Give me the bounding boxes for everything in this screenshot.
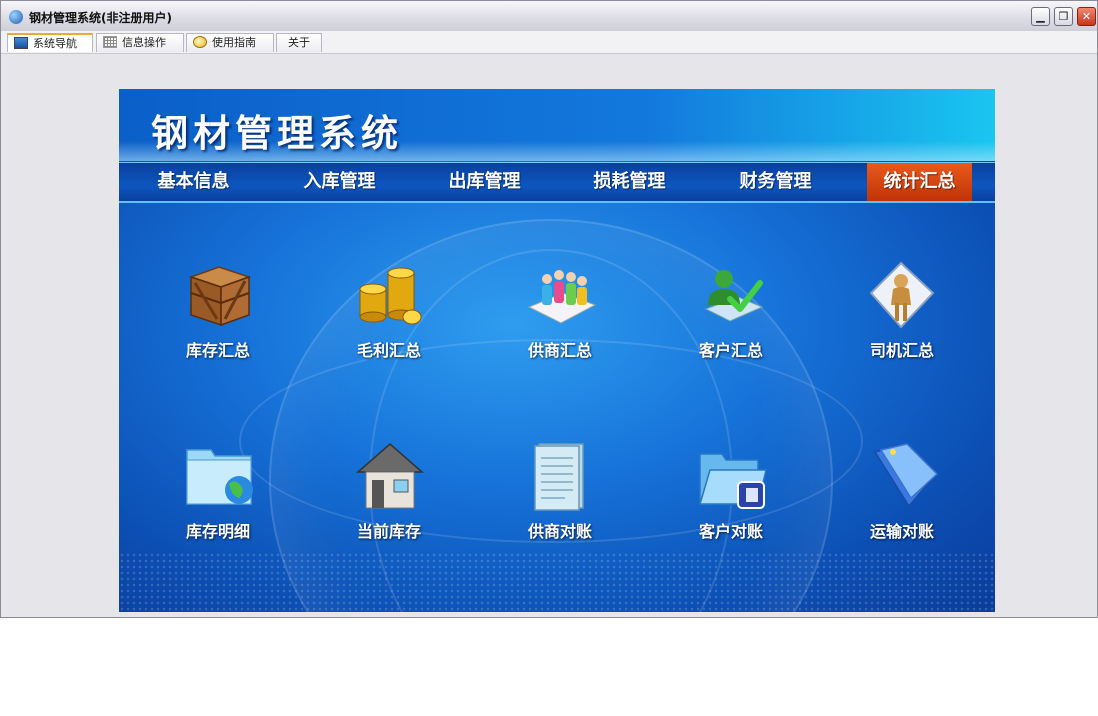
app-logo-icon: [9, 10, 23, 24]
tile-label: 客户对账: [698, 522, 763, 541]
nav-finance[interactable]: 财务管理: [718, 163, 833, 201]
gold-coins-icon: [359, 267, 422, 325]
people-group-icon: [527, 270, 597, 324]
tile-label: 供商汇总: [527, 341, 592, 360]
tile-label: 毛利汇总: [356, 341, 421, 360]
user-check-icon: [704, 270, 764, 322]
app-window: 钢材管理系统(非注册用户) ▁ ❐ ✕ 系统导航 信息操作 使用指南 关于 钢材…: [0, 0, 1098, 618]
navigation-panel: 钢材管理系统 基本信息 入库管理 出库管理 损耗管理 财务管理 统计汇总 库存汇…: [119, 89, 995, 612]
tile-inventory-detail[interactable]: 库存明细: [163, 440, 273, 560]
close-button[interactable]: ✕: [1077, 7, 1096, 26]
window-title: 钢材管理系统(非注册用户): [29, 11, 172, 25]
tab-user-guide[interactable]: 使用指南: [186, 33, 274, 52]
minimize-button[interactable]: ▁: [1031, 7, 1050, 26]
tile-inventory-summary[interactable]: 库存汇总: [163, 259, 273, 379]
dot-pattern: [119, 552, 995, 612]
tile-customer-summary[interactable]: 客户汇总: [676, 259, 786, 379]
tile-label: 供商对账: [527, 522, 592, 541]
nav-statistics[interactable]: 统计汇总: [867, 163, 972, 201]
driver-person-icon: [869, 261, 935, 329]
nav-loss[interactable]: 损耗管理: [572, 163, 687, 201]
tab-system-nav[interactable]: 系统导航: [7, 33, 93, 52]
blue-folder-icon: [873, 443, 939, 508]
nav-basic-info[interactable]: 基本信息: [136, 163, 251, 201]
house-icon: [356, 443, 424, 509]
document-icon: [534, 443, 584, 511]
monitor-icon: [14, 37, 28, 49]
tile-supplier-reconciliation[interactable]: 供商对账: [505, 440, 615, 560]
tile-customer-reconciliation[interactable]: 客户对账: [676, 440, 786, 560]
restore-button[interactable]: ❐: [1054, 7, 1073, 26]
tile-driver-summary[interactable]: 司机汇总: [847, 259, 957, 379]
panel-header: 钢材管理系统: [119, 89, 995, 161]
tab-label: 信息操作: [122, 36, 166, 49]
open-folder-icon: [698, 453, 767, 509]
tile-label: 库存汇总: [185, 341, 250, 360]
folder-globe-icon: [186, 449, 253, 505]
guide-icon: [193, 36, 207, 48]
tab-about[interactable]: 关于: [276, 33, 322, 52]
tile-label: 运输对账: [869, 522, 934, 541]
main-nav-bar: 基本信息 入库管理 出库管理 损耗管理 财务管理 统计汇总: [119, 162, 995, 203]
tile-label: 当前库存: [356, 522, 421, 541]
tile-transport-reconciliation[interactable]: 运输对账: [847, 440, 957, 560]
nav-inbound[interactable]: 入库管理: [282, 163, 397, 201]
tile-supplier-summary[interactable]: 供商汇总: [505, 259, 615, 379]
tab-label: 系统导航: [33, 37, 77, 50]
title-bar[interactable]: 钢材管理系统(非注册用户) ▁ ❐ ✕: [1, 1, 1097, 32]
wooden-crate-icon: [188, 266, 252, 327]
tile-label: 司机汇总: [869, 341, 934, 360]
tab-label: 关于: [288, 36, 310, 49]
tile-label: 库存明细: [185, 522, 250, 541]
tile-current-inventory[interactable]: 当前库存: [334, 440, 444, 560]
grid-icon: [103, 36, 117, 48]
tile-gross-profit-summary[interactable]: 毛利汇总: [334, 259, 444, 379]
tab-label: 使用指南: [212, 36, 256, 49]
tab-strip: 系统导航 信息操作 使用指南 关于: [1, 31, 1097, 54]
tile-label: 客户汇总: [698, 341, 763, 360]
nav-outbound[interactable]: 出库管理: [427, 163, 542, 201]
system-title: 钢材管理系统: [151, 112, 403, 155]
tab-info-ops[interactable]: 信息操作: [96, 33, 184, 52]
